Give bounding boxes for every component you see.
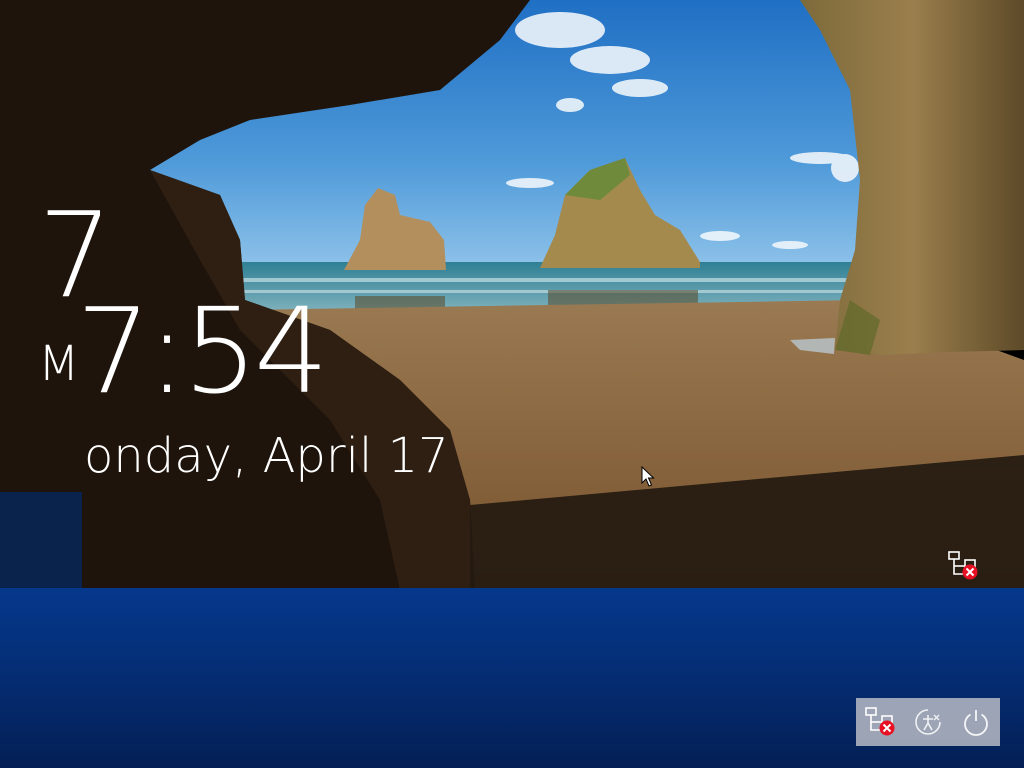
signin-panel-edge [0,492,82,588]
network-button[interactable] [856,698,904,746]
ease-of-access-icon [915,709,941,735]
power-icon [964,710,988,736]
mouse-pointer-icon [641,465,655,488]
clock-date: onday, April 17 [84,428,449,484]
clock-ampm-fragment: M [38,336,80,392]
network-disconnected-icon [865,707,895,736]
clock-time: 7:54 [76,282,329,420]
system-tray [856,698,1000,746]
power-button[interactable] [952,698,1000,746]
ease-of-access-button[interactable] [904,698,952,746]
network-disconnected-icon [946,550,980,582]
